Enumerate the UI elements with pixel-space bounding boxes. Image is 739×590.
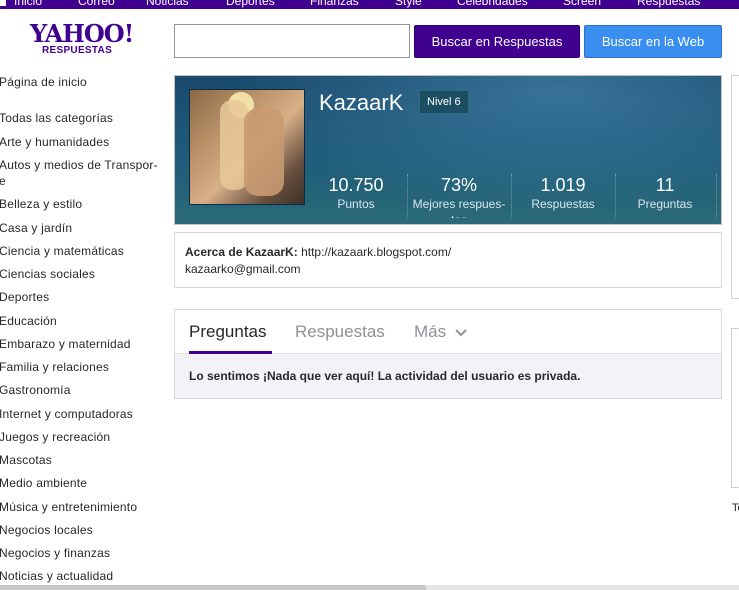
sidebar-item-autos-wrap[interactable]: e	[0, 174, 6, 188]
stat-answers-value: 1.019	[540, 175, 586, 195]
about-url[interactable]: http://kazaark.blogspot.com/	[301, 245, 451, 259]
stat-best-answers-value: 73%	[440, 175, 478, 195]
nav-item-deportes[interactable]: Deportes	[226, 0, 275, 8]
sidebar-item-business-finance[interactable]: Negocios y finanzas	[0, 546, 110, 560]
nav-item-respuestas[interactable]: Respuestas	[637, 0, 700, 8]
tab-mas[interactable]: Más	[414, 322, 467, 342]
level-badge: Nivel 6	[419, 90, 469, 114]
nav-item-style[interactable]: Style	[395, 0, 422, 8]
stat-divider	[511, 174, 512, 218]
active-tab-indicator	[189, 351, 272, 354]
sidebar-item-environment[interactable]: Medio ambiente	[0, 476, 87, 490]
activity-panel: Preguntas Respuestas Más Lo sentimos ¡Na…	[174, 309, 722, 399]
sidebar-item-autos[interactable]: Autos y medios de Transpor-	[0, 158, 158, 172]
horizontal-scrollbar[interactable]	[0, 585, 739, 590]
sidebar-item-food[interactable]: Gastronomía	[0, 383, 71, 397]
stat-questions-value: 11	[655, 175, 675, 195]
empty-activity-message: Lo sentimos ¡Nada que ver aquí! La activ…	[189, 369, 581, 383]
sidebar-item-all-categories[interactable]: Todas las categorías	[0, 111, 113, 125]
nav-item-celebridades[interactable]: Celebridades	[457, 0, 528, 8]
sidebar-item-news[interactable]: Noticias y actualidad	[0, 569, 113, 583]
search-web-button[interactable]: Buscar en la Web	[584, 25, 722, 58]
tab-respuestas[interactable]: Respuestas	[295, 322, 385, 342]
stat-divider	[716, 174, 717, 218]
sidebar-item-sports[interactable]: Deportes	[0, 290, 49, 304]
right-rail-text: Te	[732, 502, 739, 514]
tab-mas-label: Más	[414, 322, 447, 341]
about-line: Acerca de KazaarK: http://kazaark.blogsp…	[185, 244, 711, 261]
logo-subtitle: RESPUESTAS	[42, 45, 113, 56]
about-email: kazaarko@gmail.com	[185, 262, 301, 276]
nav-item-correo[interactable]: Correo	[78, 0, 115, 8]
nav-item-inicio[interactable]: Inicio	[14, 0, 42, 8]
sidebar-item-games[interactable]: Juegos y recreación	[0, 430, 110, 444]
sidebar-item-family[interactable]: Familia y relaciones	[0, 360, 109, 374]
sidebar-item-science-math[interactable]: Ciencia y matemáticas	[0, 244, 124, 258]
stat-questions: 11 Preguntas	[617, 174, 713, 218]
sidebar-item-beauty[interactable]: Belleza y estilo	[0, 197, 82, 211]
sidebar-item-arts[interactable]: Arte y humanidades	[0, 135, 109, 149]
logo-wordmark: YAHOO!	[30, 19, 134, 48]
about-label: Acerca de KazaarK:	[185, 245, 298, 259]
stat-answers: 1.019 Respuestas	[513, 174, 613, 218]
stat-best-answers: 73% Mejores respues- tas	[409, 174, 509, 218]
sidebar-item-pregnancy[interactable]: Embarazo y maternidad	[0, 337, 131, 351]
stat-questions-label: Preguntas	[637, 197, 693, 211]
top-nav-bar: Inicio Correo Noticias Deportes Finanzas…	[0, 0, 739, 9]
stat-points-label: Puntos	[337, 197, 375, 211]
tabs-bar: Preguntas Respuestas Más	[175, 310, 721, 354]
search-answers-button[interactable]: Buscar en Respuestas	[414, 25, 580, 58]
tab-preguntas[interactable]: Preguntas	[189, 322, 267, 342]
chevron-down-icon	[455, 328, 467, 336]
stat-best-answers-label: Mejores respues-	[412, 197, 506, 211]
stat-divider	[407, 174, 408, 218]
sidebar-item-pets[interactable]: Mascotas	[0, 453, 52, 467]
right-rail-box	[731, 328, 739, 488]
sidebar-item-internet[interactable]: Internet y computadoras	[0, 407, 133, 421]
stat-points-value: 10.750	[328, 175, 384, 195]
nav-item-screen[interactable]: Screen	[563, 0, 601, 8]
scrollbar-thumb[interactable]	[0, 585, 426, 590]
sidebar-item-music[interactable]: Música y entretenimiento	[0, 500, 137, 514]
yahoo-respuestas-logo[interactable]: YAHOO! RESPUESTAS	[30, 21, 134, 59]
search-input[interactable]	[174, 24, 410, 58]
profile-username: KazaarK	[319, 90, 404, 115]
sidebar-item-education[interactable]: Educación	[0, 314, 57, 328]
sidebar-item-home-garden[interactable]: Casa y jardín	[0, 221, 72, 235]
stat-points: 10.750 Puntos	[317, 174, 395, 218]
stat-best-answers-label-wrap: tas	[409, 212, 509, 218]
nav-item-noticias[interactable]: Noticias	[146, 0, 189, 8]
nav-item-finanzas[interactable]: Finanzas	[310, 0, 359, 8]
sidebar-item-home[interactable]: Página de inicio	[0, 75, 87, 89]
profile-header-card: KazaarK Nivel 6 10.750 Puntos 73% Mejore…	[174, 75, 722, 225]
sidebar-item-social-science[interactable]: Ciencias sociales	[0, 267, 95, 281]
stat-answers-label: Respuestas	[531, 197, 595, 211]
home-icon[interactable]	[0, 0, 6, 6]
avatar[interactable]	[189, 89, 305, 205]
stat-divider	[615, 174, 616, 218]
about-section: Acerca de KazaarK: http://kazaark.blogsp…	[174, 232, 722, 288]
right-rail-box	[731, 75, 739, 299]
sidebar-item-local-business[interactable]: Negocios locales	[0, 523, 93, 537]
